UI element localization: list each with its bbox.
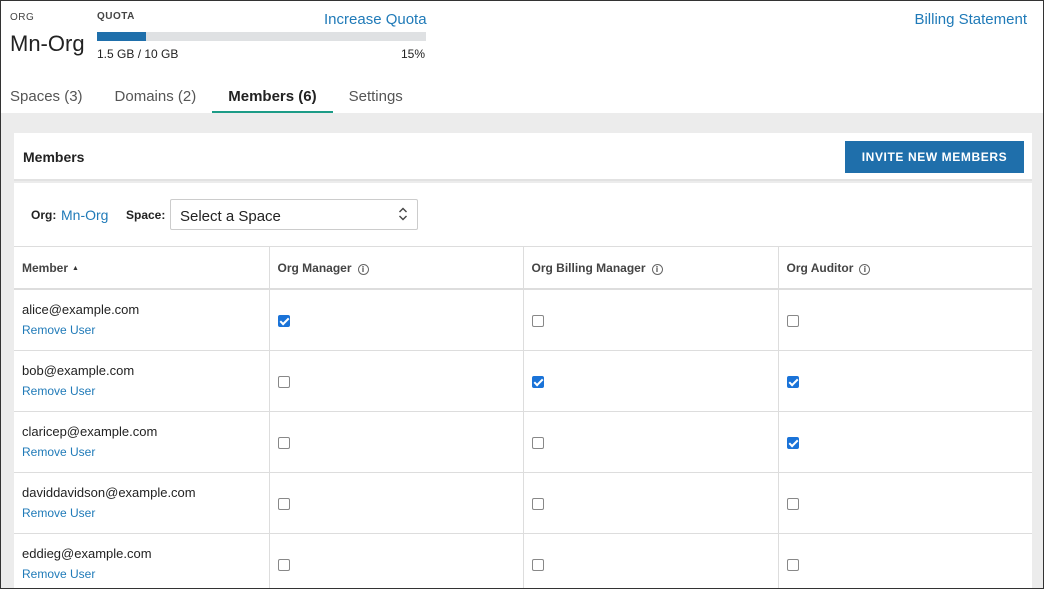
org-manager-cell bbox=[269, 289, 524, 351]
chevron-up-down-icon bbox=[399, 207, 407, 221]
tab-members[interactable]: Members (6) bbox=[212, 87, 333, 113]
org-auditor-cell bbox=[778, 472, 1032, 534]
billing-manager-cell bbox=[523, 472, 779, 534]
billing-manager-cell bbox=[523, 533, 779, 588]
org-filter-link[interactable]: Mn-Org bbox=[61, 207, 108, 223]
tab-spaces[interactable]: Spaces (3) bbox=[1, 87, 99, 113]
quota-used-text: 1.5 GB / 10 GB bbox=[97, 47, 179, 61]
member-email: daviddavidson@example.com bbox=[22, 484, 196, 500]
org-auditor-checkbox[interactable] bbox=[786, 558, 799, 571]
space-filter-label: Space: bbox=[126, 208, 166, 222]
table-row: bob@example.com Remove User bbox=[14, 350, 1032, 412]
quota-caption: QUOTA bbox=[97, 11, 135, 22]
remove-user-link[interactable]: Remove User bbox=[14, 378, 269, 398]
invite-new-members-button[interactable]: INVITE NEW MEMBERS bbox=[845, 141, 1024, 173]
billing-manager-cell bbox=[523, 350, 779, 412]
member-cell: claricep@example.com Remove User bbox=[14, 411, 270, 473]
org-tabs: Spaces (3) Domains (2) Members (6) Setti… bbox=[1, 87, 419, 113]
org-header: ORG Mn-Org QUOTA Increase Quota 1.5 GB /… bbox=[1, 1, 1043, 113]
remove-user-link[interactable]: Remove User bbox=[14, 439, 269, 459]
billing-manager-cell bbox=[523, 289, 779, 351]
org-manager-checkbox[interactable] bbox=[277, 558, 290, 571]
table-row: claricep@example.com Remove User bbox=[14, 411, 1032, 473]
column-label: Org Auditor bbox=[786, 260, 854, 275]
members-content: Members INVITE NEW MEMBERS Org: Mn-Org S… bbox=[1, 113, 1043, 588]
org-auditor-cell bbox=[778, 411, 1032, 473]
column-header-member[interactable]: Member ▲ bbox=[14, 247, 270, 290]
org-manager-checkbox[interactable] bbox=[277, 375, 290, 388]
billing-manager-checkbox[interactable] bbox=[531, 315, 544, 327]
org-auditor-cell bbox=[778, 533, 1032, 588]
billing-manager-cell bbox=[523, 411, 779, 473]
org-caption: ORG bbox=[10, 12, 35, 23]
tab-settings[interactable]: Settings bbox=[333, 87, 419, 113]
info-icon[interactable]: i bbox=[859, 263, 871, 275]
org-manager-checkbox[interactable] bbox=[277, 436, 290, 449]
billing-manager-checkbox[interactable] bbox=[531, 375, 544, 388]
table-row: alice@example.com Remove User bbox=[14, 289, 1032, 351]
panel-title: Members bbox=[23, 149, 85, 165]
org-manager-cell bbox=[269, 533, 524, 588]
remove-user-link[interactable]: Remove User bbox=[14, 561, 269, 581]
org-auditor-cell bbox=[778, 289, 1032, 351]
table-row: daviddavidson@example.com Remove User bbox=[14, 472, 1032, 534]
org-auditor-checkbox[interactable] bbox=[786, 315, 799, 327]
column-header-org-auditor: Org Auditor i bbox=[778, 247, 1032, 290]
org-filter-label: Org: bbox=[31, 208, 57, 222]
increase-quota-link[interactable]: Increase Quota bbox=[324, 11, 427, 28]
space-select-value: Select a Space bbox=[180, 208, 281, 225]
members-table: Member ▲ Org Manager i Org Billing Manager… bbox=[14, 247, 1032, 588]
member-email: eddieg@example.com bbox=[22, 545, 152, 561]
org-manager-cell bbox=[269, 350, 524, 412]
org-manager-checkbox[interactable] bbox=[277, 315, 290, 327]
table-row: eddieg@example.com Remove User bbox=[14, 533, 1032, 588]
members-panel-body: Org: Mn-Org Space: Select a Space Member… bbox=[14, 183, 1032, 588]
column-label: Member bbox=[22, 260, 69, 275]
info-icon[interactable]: i bbox=[651, 263, 663, 275]
info-icon[interactable]: i bbox=[357, 263, 369, 275]
column-header-billing-manager: Org Billing Manager i bbox=[523, 247, 779, 290]
org-auditor-checkbox[interactable] bbox=[786, 375, 799, 388]
sort-ascending-icon: ▲ bbox=[72, 264, 79, 272]
column-label: Org Manager bbox=[277, 260, 352, 275]
app-frame: ORG Mn-Org QUOTA Increase Quota 1.5 GB /… bbox=[0, 0, 1044, 589]
members-panel-header: Members INVITE NEW MEMBERS bbox=[14, 133, 1032, 181]
member-cell: bob@example.com Remove User bbox=[14, 350, 270, 412]
org-name: Mn-Org bbox=[10, 31, 85, 56]
tab-domains[interactable]: Domains (2) bbox=[99, 87, 213, 113]
org-manager-checkbox[interactable] bbox=[277, 497, 290, 510]
org-manager-cell bbox=[269, 411, 524, 473]
remove-user-link[interactable]: Remove User bbox=[14, 500, 269, 520]
org-manager-cell bbox=[269, 472, 524, 534]
org-auditor-checkbox[interactable] bbox=[786, 436, 799, 449]
quota-percent-text: 15% bbox=[400, 47, 425, 61]
quota-progress-bar bbox=[97, 32, 426, 41]
member-cell: alice@example.com Remove User bbox=[14, 289, 270, 351]
billing-statement-link[interactable]: Billing Statement bbox=[914, 11, 1027, 28]
remove-user-link[interactable]: Remove User bbox=[14, 317, 269, 337]
member-email: bob@example.com bbox=[22, 362, 135, 378]
member-cell: eddieg@example.com Remove User bbox=[14, 533, 270, 588]
billing-manager-checkbox[interactable] bbox=[531, 497, 544, 510]
member-email: claricep@example.com bbox=[22, 423, 158, 439]
billing-manager-checkbox[interactable] bbox=[531, 558, 544, 571]
org-auditor-cell bbox=[778, 350, 1032, 412]
member-filters: Org: Mn-Org Space: Select a Space bbox=[14, 183, 1032, 247]
billing-manager-checkbox[interactable] bbox=[531, 436, 544, 449]
column-label: Org Billing Manager bbox=[531, 260, 646, 275]
org-auditor-checkbox[interactable] bbox=[786, 497, 799, 510]
member-email: alice@example.com bbox=[22, 302, 140, 317]
space-select[interactable]: Select a Space bbox=[170, 199, 418, 230]
table-header-row: Member ▲ Org Manager i Org Billing Manager… bbox=[14, 247, 1032, 290]
quota-progress-fill bbox=[97, 32, 147, 41]
member-cell: daviddavidson@example.com Remove User bbox=[14, 472, 270, 534]
column-header-org-manager: Org Manager i bbox=[269, 247, 524, 290]
